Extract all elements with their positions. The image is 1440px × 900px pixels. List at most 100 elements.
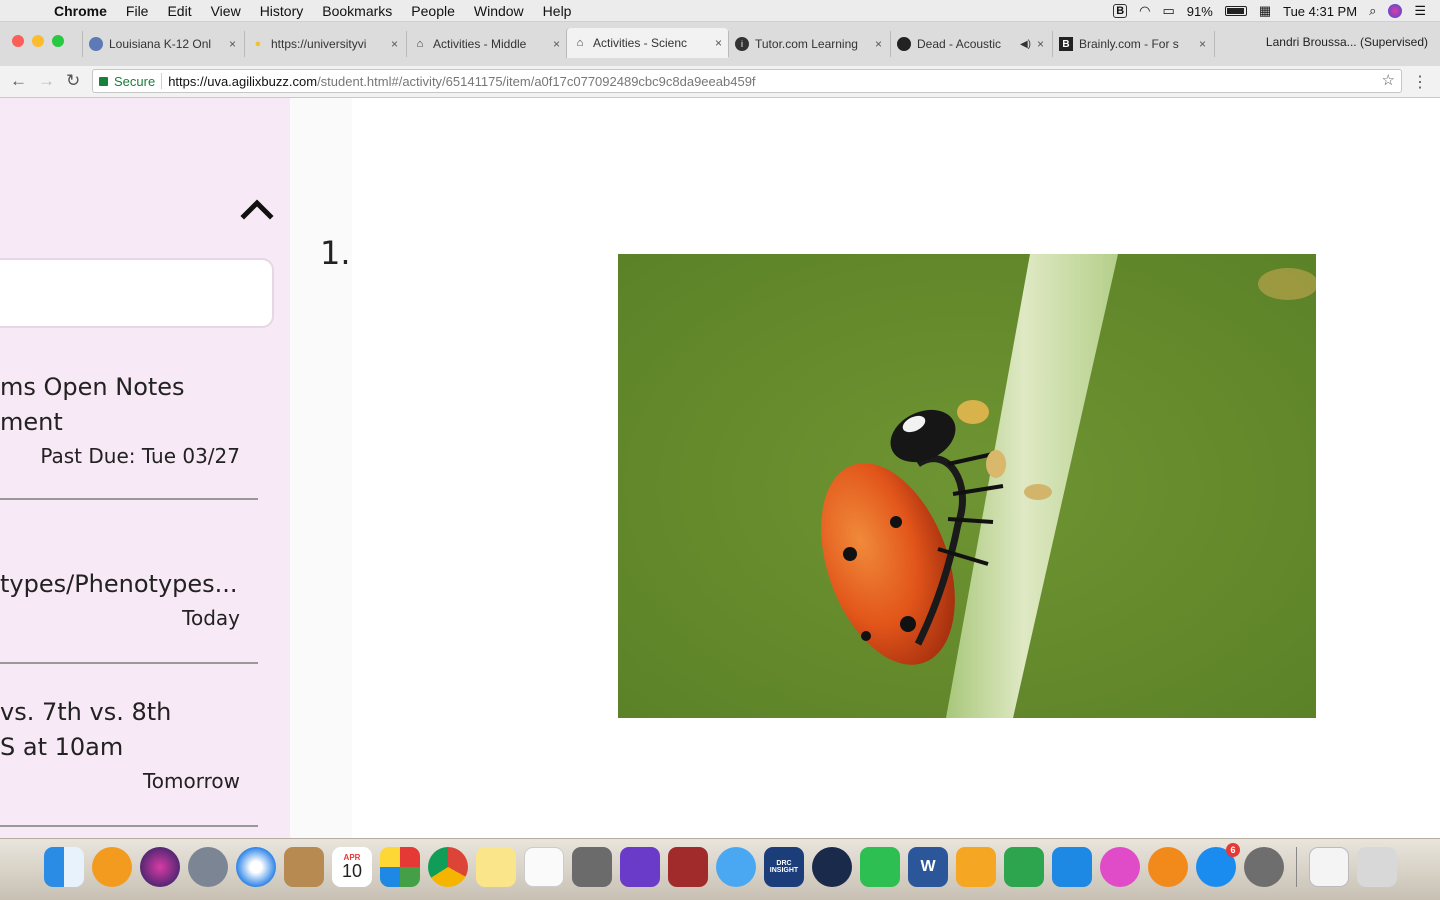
assignment-title: vs. 7th vs. 8th S at 10am <box>0 698 172 761</box>
siri-icon[interactable] <box>1388 4 1403 18</box>
menu-view[interactable]: View <box>211 3 241 19</box>
tab-universityvirtual[interactable]: ● https://universityvi × <box>244 31 404 57</box>
numbers-icon[interactable] <box>1004 847 1044 887</box>
tab-label: Activities - Scienc <box>593 36 688 50</box>
airplay-icon[interactable]: ▭ <box>1162 3 1174 19</box>
notification-badge: 6 <box>1226 843 1240 857</box>
app-store-icon[interactable]: 6 <box>1196 843 1240 887</box>
imovie-icon[interactable] <box>620 847 660 887</box>
tab-tutor[interactable]: i Tutor.com Learning × <box>728 31 888 57</box>
tab-close-icon[interactable]: × <box>1199 37 1206 51</box>
tab-spotify[interactable]: Dead - Acoustic ◀) × <box>890 31 1050 57</box>
tab-label: Tutor.com Learning <box>755 37 858 51</box>
screenshot-icon[interactable] <box>572 847 612 887</box>
reminders-icon[interactable] <box>524 847 564 887</box>
reload-icon[interactable]: ↻ <box>66 71 80 91</box>
notification-center-icon[interactable]: ☰ <box>1414 3 1426 19</box>
keynote-icon[interactable] <box>1052 847 1092 887</box>
itunes-icon[interactable] <box>1100 847 1140 887</box>
buzz-icon: ⌂ <box>576 37 584 49</box>
finder-icon[interactable] <box>44 847 84 887</box>
zoom-window-button[interactable] <box>52 35 64 47</box>
tab-close-icon[interactable]: × <box>1037 37 1044 51</box>
menu-history[interactable]: History <box>260 3 304 19</box>
bold-b-icon[interactable]: B <box>1113 4 1128 18</box>
battery-percent[interactable]: 91% <box>1187 4 1213 19</box>
drc-insight-icon[interactable]: DRC INSIGHT <box>764 847 804 887</box>
messages-icon[interactable] <box>716 847 756 887</box>
divider <box>0 662 258 664</box>
tab-louisiana[interactable]: Louisiana K-12 Onl × <box>82 31 242 57</box>
spotlight-search-icon[interactable]: ⌕ <box>1369 3 1376 19</box>
calendar-icon[interactable]: APR 10 <box>332 847 372 887</box>
menu-edit[interactable]: Edit <box>167 3 191 19</box>
tab-activities-middle[interactable]: ⌂ Activities - Middle × <box>406 31 566 57</box>
new-tab-button[interactable] <box>1214 31 1250 57</box>
sidebar-assignment-item[interactable]: types/Phenotypes... Today <box>0 567 258 630</box>
tab-activities-science[interactable]: ⌂ Activities - Scienc × <box>566 28 728 58</box>
forward-arrow-icon[interactable]: → <box>38 71 55 91</box>
chevron-up-icon[interactable] <box>240 196 274 220</box>
menu-file[interactable]: File <box>126 3 149 19</box>
word-icon[interactable]: W <box>908 847 948 887</box>
tab-close-icon[interactable]: × <box>391 37 398 51</box>
menu-app-name[interactable]: Chrome <box>54 3 107 19</box>
facetime-icon[interactable] <box>860 847 900 887</box>
launchpad-icon[interactable] <box>188 847 228 887</box>
menu-window[interactable]: Window <box>474 3 524 19</box>
downloads-folder-icon[interactable] <box>1309 847 1349 887</box>
back-arrow-icon[interactable]: ← <box>10 71 27 91</box>
bookmark-star-icon[interactable]: ☆ <box>1382 71 1395 89</box>
menu-help[interactable]: Help <box>543 3 572 19</box>
self-service-icon[interactable] <box>380 847 420 887</box>
main-activity-panel: 1. <box>290 98 1440 838</box>
safari-icon[interactable] <box>236 847 276 887</box>
chrome-icon[interactable] <box>428 847 468 887</box>
buzz-icon: ⌂ <box>416 38 424 50</box>
secure-label: Secure <box>114 73 156 89</box>
menu-bookmarks[interactable]: Bookmarks <box>322 3 392 19</box>
trash-icon[interactable] <box>1357 847 1397 887</box>
system-preferences-icon[interactable] <box>1244 847 1284 887</box>
menu-people[interactable]: People <box>411 3 455 19</box>
secure-indicator[interactable]: Secure <box>99 74 155 89</box>
assignment-title: ms Open Notes ment <box>0 373 185 436</box>
assignment-due-date: Tomorrow <box>142 769 240 793</box>
sidebar-assignment-item[interactable]: ms Open Notes ment Past Due: Tue 03/27 <box>0 370 258 468</box>
browser-tab-strip: Louisiana K-12 Onl × ● https://universit… <box>0 22 1440 66</box>
tab-close-icon[interactable]: × <box>553 37 560 51</box>
speaker-icon[interactable]: ◀) <box>1020 39 1031 50</box>
calendar-day: 10 <box>341 861 363 881</box>
tab-brainly[interactable]: B Brainly.com - For s × <box>1052 31 1212 57</box>
quicktime-icon[interactable] <box>812 847 852 887</box>
dock-icons: APR 10 DRC INSIGHT W 6 <box>44 843 1397 893</box>
close-window-button[interactable] <box>12 35 24 47</box>
dock-separator <box>1296 847 1297 887</box>
divider <box>161 73 163 89</box>
keyboard-icon[interactable]: ▦ <box>1259 3 1271 19</box>
sidebar-search-box[interactable] <box>0 258 274 328</box>
battery-icon[interactable] <box>1224 6 1247 16</box>
tab-close-icon[interactable]: × <box>715 36 722 50</box>
ibooks-icon[interactable] <box>1148 847 1188 887</box>
profile-name[interactable]: Landri Broussa... (Supervised) <box>1266 35 1428 49</box>
keyhole-app-icon[interactable] <box>92 847 132 887</box>
photo-booth-icon[interactable] <box>668 847 708 887</box>
spotify-icon <box>897 37 911 51</box>
tab-close-icon[interactable]: × <box>875 37 882 51</box>
url-path: /student.html#/activity/65141175/item/a0… <box>317 73 756 89</box>
contacts-icon[interactable] <box>284 847 324 887</box>
tab-close-icon[interactable]: × <box>229 37 236 51</box>
chrome-menu-icon[interactable]: ⋮ <box>1412 72 1428 92</box>
pages-icon[interactable] <box>956 847 996 887</box>
menubar-clock[interactable]: Tue 4:31 PM <box>1283 4 1357 19</box>
siri-icon[interactable] <box>140 847 180 887</box>
address-bar[interactable]: Secure https://uva.agilixbuzz.com /stude… <box>92 69 1402 93</box>
ladybug-photo <box>618 254 1316 718</box>
wifi-icon[interactable]: ◠ <box>1139 3 1150 19</box>
notes-icon[interactable] <box>476 847 516 887</box>
question-number: 1. <box>320 234 351 272</box>
minimize-window-button[interactable] <box>32 35 44 47</box>
url-host: https://uva.agilixbuzz.com <box>168 73 318 89</box>
sidebar-assignment-item[interactable]: vs. 7th vs. 8th S at 10am Tomorrow <box>0 695 258 793</box>
